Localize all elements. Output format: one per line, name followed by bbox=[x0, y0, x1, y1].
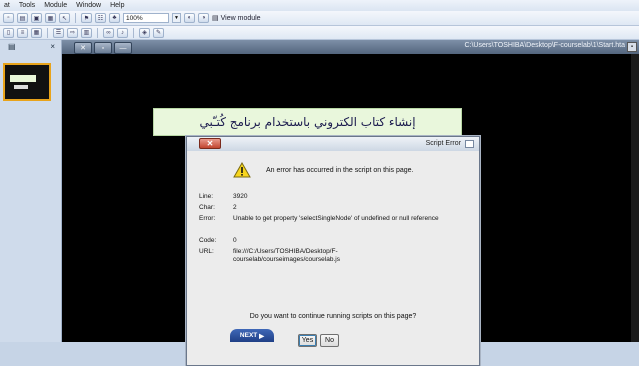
view-module-button[interactable]: ▤ View module bbox=[212, 14, 261, 23]
menu-item-module[interactable]: Module bbox=[44, 2, 67, 9]
toolbar-secondary: ▯ ≡ ▦ ☰ ⇨ ▥ ∞ ♪ ◈ ✎ bbox=[0, 26, 639, 40]
window-controls: ✕ ▫ — bbox=[74, 42, 132, 54]
window-path: C:\Users\TOSHIBA\Desktop\F-courselab\1\S… bbox=[464, 42, 625, 49]
dialog-app-icon bbox=[465, 140, 474, 148]
dialog-close-button[interactable]: ✕ bbox=[199, 138, 221, 149]
field-label: Line: bbox=[199, 193, 214, 200]
thumbnail-text bbox=[14, 85, 28, 89]
field-label: Error: bbox=[199, 215, 216, 222]
line-color-icon[interactable]: ✎ bbox=[153, 27, 164, 38]
next-arrow-icon: ▶ bbox=[259, 332, 265, 340]
field-label: Code: bbox=[199, 237, 217, 244]
menu-bar: at Tools Module Window Help bbox=[0, 0, 639, 11]
page-title-banner: إنشاء كتاب الكتروني باستخدام برنامج كُتـ… bbox=[153, 108, 462, 136]
restore-window-button[interactable]: ▫ bbox=[94, 42, 112, 54]
error-message: An error has occurred in the script on t… bbox=[266, 167, 414, 174]
toolbar-separator bbox=[75, 13, 76, 23]
field-value: 3920 bbox=[233, 193, 248, 200]
arrow-icon[interactable]: ⇨ bbox=[67, 27, 78, 38]
zoom-dropdown-icon[interactable]: ▼ bbox=[172, 13, 181, 23]
field-label: URL: bbox=[199, 248, 214, 255]
field-char: Char: 2 bbox=[199, 204, 443, 212]
image-icon[interactable]: ▦ bbox=[45, 13, 56, 23]
align-icon[interactable]: ≡ bbox=[17, 27, 28, 38]
toolbar-separator bbox=[97, 27, 98, 38]
slides-icon: ▤ bbox=[8, 42, 16, 51]
field-code: Code: 0 bbox=[199, 237, 443, 245]
properties-icon[interactable]: ☷ bbox=[95, 13, 106, 23]
cursor-icon[interactable]: ↖ bbox=[59, 13, 70, 23]
field-value: 0 bbox=[233, 237, 237, 244]
field-url: URL: file:///C:/Users/TOSHIBA/Desktop/F-c… bbox=[199, 248, 443, 264]
menu-item-tools[interactable]: Tools bbox=[19, 2, 35, 9]
slides-panel-header: ▤ × bbox=[0, 40, 61, 53]
dialog-title: Script Error bbox=[425, 140, 461, 147]
vertical-scrollbar[interactable] bbox=[631, 54, 639, 342]
field-error: Error: Unable to get property 'selectSing… bbox=[199, 215, 443, 223]
window-app-icon: ▪ bbox=[627, 42, 637, 52]
layout-icon[interactable]: ☰ bbox=[53, 27, 64, 38]
menu-item-format[interactable]: at bbox=[4, 2, 10, 9]
preview-module-icon[interactable]: ◑ bbox=[198, 13, 209, 23]
link-icon[interactable]: ∞ bbox=[103, 27, 114, 38]
grid-icon[interactable]: ▦ bbox=[31, 27, 42, 38]
flag-icon[interactable]: ⚑ bbox=[81, 13, 92, 23]
yes-button[interactable]: Yes bbox=[298, 334, 317, 347]
view-module-icon: ▤ bbox=[212, 15, 219, 22]
field-value: file:///C:/Users/TOSHIBA/Desktop/F-cours… bbox=[233, 248, 340, 263]
preview-window-titlebar: ✕ ▫ — C:\Users\TOSHIBA\Desktop\F-coursel… bbox=[62, 40, 639, 54]
new-icon[interactable]: ▫ bbox=[3, 13, 14, 23]
table-icon[interactable]: ▥ bbox=[81, 27, 92, 38]
no-button[interactable]: No bbox=[320, 334, 339, 347]
tree-icon[interactable]: ♣ bbox=[109, 13, 120, 23]
field-label: Char: bbox=[199, 204, 215, 211]
menu-item-help[interactable]: Help bbox=[110, 2, 124, 9]
next-button[interactable]: NEXT ▶ bbox=[230, 329, 274, 342]
warning-icon bbox=[233, 162, 251, 178]
toolbar-main: ▫ ▤ ▣ ▦ ↖ ⚑ ☷ ♣ 100% ▼ ◐ ◑ ▤ View module bbox=[0, 11, 639, 26]
toolbar-separator bbox=[47, 27, 48, 38]
close-window-button[interactable]: ✕ bbox=[74, 42, 92, 54]
field-value: Unable to get property 'selectSingleNode… bbox=[233, 215, 439, 222]
minimize-window-button[interactable]: — bbox=[114, 42, 132, 54]
thumbnail-banner bbox=[10, 75, 36, 82]
slides-panel: ▤ × bbox=[0, 40, 62, 342]
slide-thumbnail[interactable] bbox=[3, 63, 51, 101]
slides-panel-close-button[interactable]: × bbox=[50, 42, 55, 51]
next-label: NEXT bbox=[239, 332, 258, 339]
sound-icon[interactable]: ♪ bbox=[117, 27, 128, 38]
toolbar-separator bbox=[133, 27, 134, 38]
view-module-label: View module bbox=[220, 14, 261, 22]
fill-color-icon[interactable]: ◈ bbox=[139, 27, 150, 38]
field-value: 2 bbox=[233, 204, 237, 211]
menu-item-window[interactable]: Window bbox=[76, 2, 101, 9]
save-icon[interactable]: ▣ bbox=[31, 13, 42, 23]
field-line: Line: 3920 bbox=[199, 193, 443, 201]
dialog-titlebar: ✕ Script Error bbox=[187, 137, 479, 151]
preview-icon[interactable]: ◐ bbox=[184, 13, 195, 23]
preview-window: ✕ ▫ — C:\Users\TOSHIBA\Desktop\F-coursel… bbox=[62, 40, 639, 366]
open-icon[interactable]: ▤ bbox=[17, 13, 28, 23]
frame-icon[interactable]: ▯ bbox=[3, 27, 14, 38]
zoom-input[interactable]: 100% bbox=[123, 13, 169, 23]
continue-question: Do you want to continue running scripts … bbox=[249, 313, 417, 320]
